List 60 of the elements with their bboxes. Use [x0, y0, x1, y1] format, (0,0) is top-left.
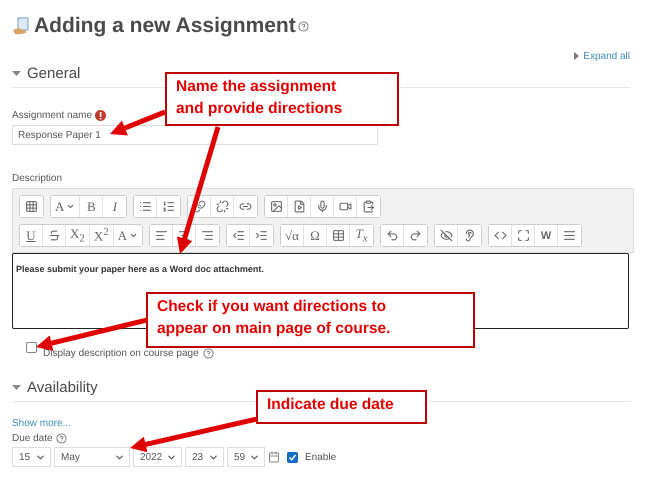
toolbar-button[interactable] — [227, 225, 250, 246]
day-select[interactable]: 15 — [12, 447, 51, 467]
outdent-icon — [232, 229, 245, 242]
help-icon[interactable] — [56, 433, 67, 444]
show-more-link[interactable]: Show more... — [12, 418, 71, 429]
checkbox-label: Display description on course page — [43, 348, 199, 359]
expand-all-link[interactable]: Expand all — [583, 50, 630, 62]
field-label: Assignment name — [12, 110, 92, 121]
image-icon — [270, 200, 283, 213]
required-icon — [95, 110, 106, 121]
caret-icon — [129, 231, 138, 240]
bullet-list-icon — [138, 200, 152, 213]
field-label: Due date — [12, 433, 53, 444]
callout: Name the assignment and provide directions — [165, 72, 399, 126]
toolbar-button[interactable]: U — [20, 225, 43, 246]
eye-off-icon — [440, 229, 453, 242]
callout: Indicate due date — [256, 390, 427, 424]
align-right-icon — [201, 229, 214, 242]
page-title: Adding a new Assignment — [34, 14, 296, 38]
link-icon — [192, 200, 206, 213]
align-left-icon — [154, 229, 168, 242]
month-select[interactable]: May — [54, 447, 130, 467]
microphone-icon — [316, 200, 329, 213]
arrow — [110, 110, 166, 136]
table-icon — [332, 229, 345, 242]
caret-icon — [66, 202, 76, 211]
toolbar-button[interactable]: A — [51, 196, 80, 217]
toolbar-button[interactable] — [435, 225, 458, 246]
unlink-icon — [216, 200, 229, 213]
toolbar-button[interactable] — [489, 225, 512, 246]
toolbar-button[interactable] — [381, 225, 404, 246]
ear-icon — [463, 229, 476, 242]
code-icon — [494, 229, 507, 242]
clipboard-icon — [362, 200, 376, 213]
indent-icon — [255, 229, 268, 242]
toolbar-button[interactable] — [150, 225, 174, 246]
checkbox[interactable] — [26, 342, 37, 353]
help-icon[interactable] — [202, 348, 214, 359]
hour-select[interactable]: 23 — [185, 447, 224, 467]
video-camera-icon — [338, 200, 352, 213]
rows-icon — [563, 229, 576, 242]
field-label: Description — [12, 173, 64, 184]
toolbar-button[interactable] — [265, 196, 288, 217]
checkbox[interactable] — [287, 452, 298, 462]
expand-triangle-icon — [574, 52, 580, 60]
assignment-name-field[interactable]: Response Paper 1 — [12, 125, 378, 145]
numbered-list-icon — [162, 200, 176, 213]
help-icon[interactable] — [298, 20, 309, 32]
grid-icon — [25, 200, 38, 213]
toolbar-button[interactable] — [134, 196, 158, 217]
minute-select[interactable]: 59 — [227, 447, 265, 467]
calendar-icon[interactable] — [268, 451, 280, 463]
fullscreen-icon — [516, 229, 530, 242]
toolbar-button[interactable]: √α — [281, 225, 304, 246]
strikethrough-icon — [48, 229, 60, 242]
checkbox-label: Enable — [305, 452, 336, 462]
redo-icon — [409, 229, 422, 242]
media-file-icon — [292, 200, 306, 213]
undo-icon — [386, 229, 399, 242]
callout: Check if you want directions to appear on main page of course. — [146, 292, 475, 348]
